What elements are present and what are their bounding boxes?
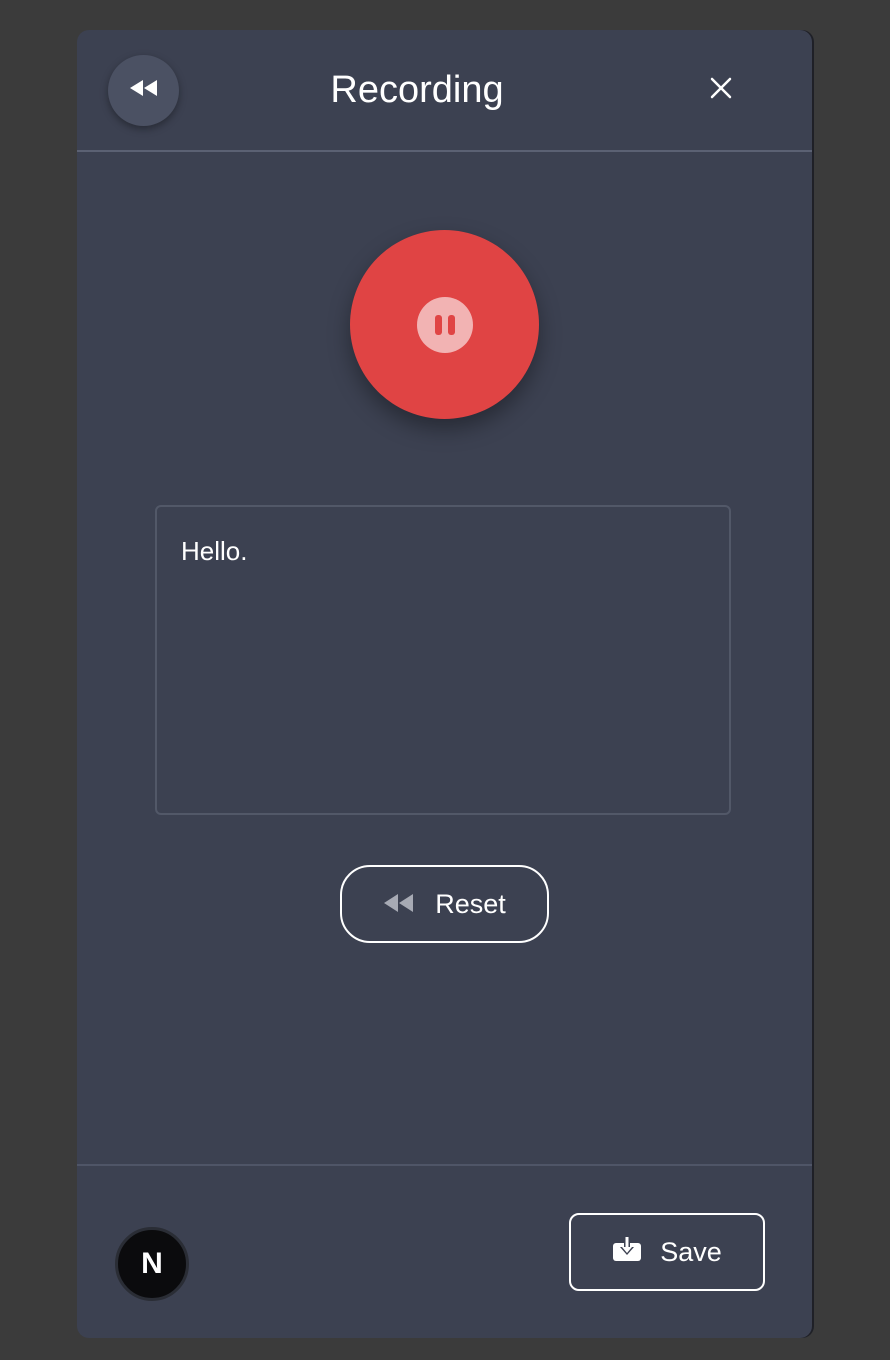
recording-panel: Recording Hello. Reset N Save: [77, 30, 812, 1338]
transcript-box[interactable]: Hello.: [155, 505, 731, 815]
avatar[interactable]: N: [115, 1227, 189, 1301]
reset-label: Reset: [435, 888, 506, 919]
close-icon: [710, 77, 732, 104]
reset-button[interactable]: Reset: [340, 865, 549, 943]
rewind-icon: [383, 889, 415, 920]
download-icon: [612, 1236, 642, 1269]
transcript-text: Hello.: [181, 536, 248, 566]
close-button[interactable]: [703, 72, 739, 108]
save-label: Save: [660, 1236, 722, 1267]
avatar-letter: N: [141, 1247, 163, 1280]
pause-bar-left: [434, 314, 442, 335]
pause-icon: [416, 296, 473, 353]
footer-divider: [77, 1164, 812, 1166]
record-toggle-button[interactable]: [350, 230, 539, 419]
page-title: Recording: [330, 69, 504, 111]
pause-bar-right: [447, 314, 455, 335]
panel-header: Recording: [77, 30, 812, 152]
save-button[interactable]: Save: [569, 1213, 765, 1291]
